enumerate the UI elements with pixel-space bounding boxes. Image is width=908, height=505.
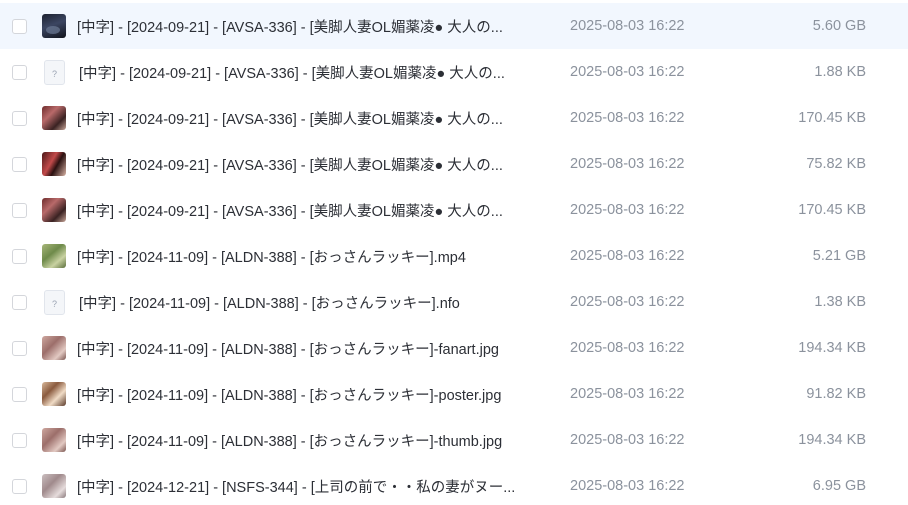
file-name[interactable]: [中字] - [2024-11-09] - [ALDN-388] - [おっさん… (77, 338, 537, 359)
row-checkbox[interactable] (12, 18, 27, 34)
file-modified-date: 2025-08-03 16:22 (570, 294, 685, 310)
file-row[interactable]: [中字] - [2024-11-09] - [ALDN-388] - [おっさん… (0, 371, 908, 417)
file-modified-date: 2025-08-03 16:22 (570, 64, 685, 80)
file-row[interactable]: [中字] - [2024-11-09] - [ALDN-388] - [おっさん… (0, 417, 908, 463)
file-size: 5.60 GB (812, 18, 866, 34)
file-size: 5.21 GB (812, 248, 866, 264)
file-name[interactable]: [中字] - [2024-11-09] - [ALDN-388] - [おっさん… (79, 292, 539, 313)
file-row[interactable]: [中字] - [2024-12-21] - [NSFS-344] - [上司の前… (0, 463, 908, 505)
row-checkbox[interactable] (12, 432, 27, 448)
image-thumbnail-icon (42, 106, 66, 130)
image-thumbnail-icon (42, 198, 66, 222)
file-name[interactable]: [中字] - [2024-11-09] - [ALDN-388] - [おっさん… (77, 384, 537, 405)
file-name[interactable]: [中字] - [2024-09-21] - [AVSA-336] - [美脚人妻… (77, 154, 537, 175)
row-checkbox[interactable] (12, 340, 27, 356)
file-size: 1.88 KB (814, 64, 866, 80)
file-size: 75.82 KB (806, 156, 866, 172)
row-checkbox[interactable] (12, 386, 27, 402)
row-checkbox[interactable] (12, 64, 27, 80)
file-row[interactable]: [中字] - [2024-11-09] - [ALDN-388] - [おっさん… (0, 233, 908, 279)
file-list: [中字] - [2024-09-21] - [AVSA-336] - [美脚人妻… (0, 0, 908, 505)
file-modified-date: 2025-08-03 16:22 (570, 432, 685, 448)
file-row[interactable]: [中字] - [2024-09-21] - [AVSA-336] - [美脚人妻… (0, 141, 908, 187)
file-modified-date: 2025-08-03 16:22 (570, 18, 685, 34)
file-size: 6.95 GB (812, 478, 866, 494)
file-name[interactable]: [中字] - [2024-11-09] - [ALDN-388] - [おっさん… (77, 430, 537, 451)
unknown-file-icon: ? (44, 59, 65, 85)
file-name[interactable]: [中字] - [2024-12-21] - [NSFS-344] - [上司の前… (77, 476, 537, 497)
file-size: 194.34 KB (798, 432, 866, 448)
image-thumbnail-icon (42, 382, 66, 406)
image-thumbnail-icon (42, 152, 66, 176)
row-checkbox[interactable] (12, 156, 27, 172)
file-name[interactable]: [中字] - [2024-09-21] - [AVSA-336] - [美脚人妻… (79, 62, 539, 83)
video-thumbnail-icon (42, 474, 66, 498)
unknown-file-glyph: ? (51, 69, 57, 79)
file-row[interactable]: [中字] - [2024-09-21] - [AVSA-336] - [美脚人妻… (0, 3, 908, 49)
file-size: 194.34 KB (798, 340, 866, 356)
file-name[interactable]: [中字] - [2024-09-21] - [AVSA-336] - [美脚人妻… (77, 108, 537, 129)
file-modified-date: 2025-08-03 16:22 (570, 110, 685, 126)
image-thumbnail-icon (42, 428, 66, 452)
file-row[interactable]: [中字] - [2024-11-09] - [ALDN-388] - [おっさん… (0, 325, 908, 371)
row-checkbox[interactable] (12, 202, 27, 218)
file-row[interactable]: [中字] - [2024-09-21] - [AVSA-336] - [美脚人妻… (0, 187, 908, 233)
file-modified-date: 2025-08-03 16:22 (570, 478, 685, 494)
file-name[interactable]: [中字] - [2024-09-21] - [AVSA-336] - [美脚人妻… (77, 16, 537, 37)
file-row[interactable]: ? [中字] - [2024-11-09] - [ALDN-388] - [おっ… (0, 279, 908, 325)
image-thumbnail-icon (42, 336, 66, 360)
file-modified-date: 2025-08-03 16:22 (570, 248, 685, 264)
row-checkbox[interactable] (12, 478, 27, 494)
file-row[interactable]: ? [中字] - [2024-09-21] - [AVSA-336] - [美脚… (0, 49, 908, 95)
file-modified-date: 2025-08-03 16:22 (570, 386, 685, 402)
file-size: 91.82 KB (806, 386, 866, 402)
file-size: 1.38 KB (814, 294, 866, 310)
file-name[interactable]: [中字] - [2024-09-21] - [AVSA-336] - [美脚人妻… (77, 200, 537, 221)
file-row[interactable]: [中字] - [2024-09-21] - [AVSA-336] - [美脚人妻… (0, 95, 908, 141)
file-modified-date: 2025-08-03 16:22 (570, 156, 685, 172)
file-size: 170.45 KB (798, 110, 866, 126)
row-checkbox[interactable] (12, 294, 27, 310)
unknown-file-icon: ? (44, 289, 65, 315)
video-thumbnail-icon (42, 244, 66, 268)
file-modified-date: 2025-08-03 16:22 (570, 340, 685, 356)
unknown-file-glyph: ? (51, 299, 57, 309)
video-thumbnail-icon (42, 14, 66, 38)
file-name[interactable]: [中字] - [2024-11-09] - [ALDN-388] - [おっさん… (77, 246, 537, 267)
file-modified-date: 2025-08-03 16:22 (570, 202, 685, 218)
row-checkbox[interactable] (12, 110, 27, 126)
file-size: 170.45 KB (798, 202, 866, 218)
row-checkbox[interactable] (12, 248, 27, 264)
